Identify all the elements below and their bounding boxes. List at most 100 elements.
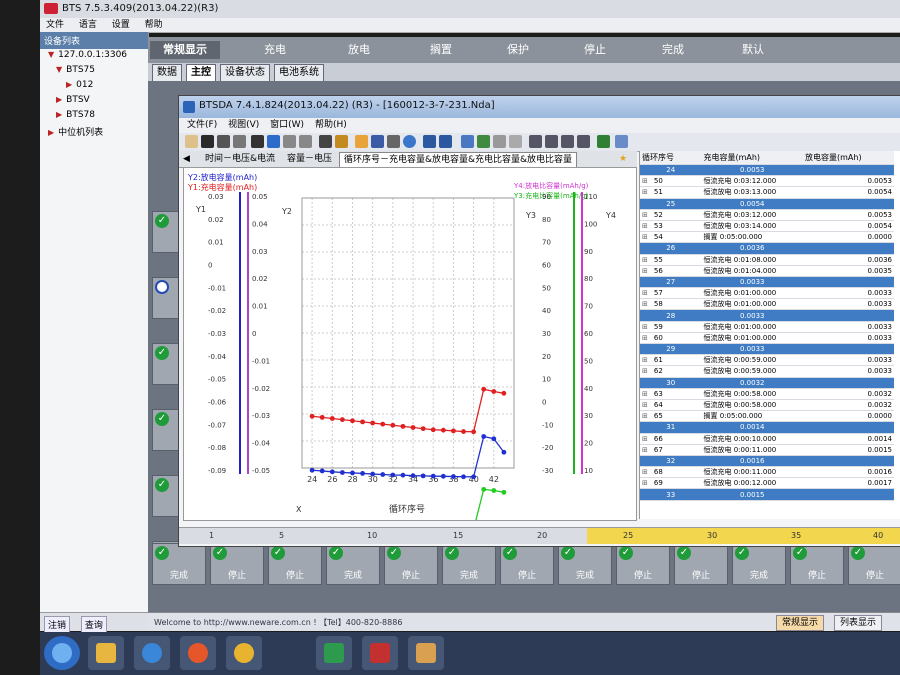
table2-icon[interactable]: [545, 135, 558, 148]
subtab-data[interactable]: 数据: [152, 64, 182, 82]
taskbar-explorer[interactable]: [88, 636, 124, 670]
expand-plus-icon[interactable]: ⊞: [642, 300, 648, 308]
step-row[interactable]: ⊞ 67 恒流放电 0:00:11.000 0.0015: [640, 444, 894, 456]
tab-protect[interactable]: 保护: [483, 41, 553, 59]
header-charge-capacity[interactable]: 充电容量(mAh): [701, 151, 803, 165]
tab-complete[interactable]: 完成: [638, 41, 708, 59]
step-row[interactable]: ⊞ 54 搁置 0:05:00.000 0.0000: [640, 231, 894, 244]
step-row[interactable]: ⊞ 64 恒流放电 0:00:58.000 0.0032: [640, 399, 894, 412]
header-discharge-capacity[interactable]: 放电容量(mAh): [803, 151, 894, 165]
logout-button[interactable]: 注销: [44, 616, 71, 633]
tab-stop[interactable]: 停止: [560, 41, 630, 59]
step-row[interactable]: ⊞ 52 恒流充电 0:03:12.000 0.0053: [640, 209, 894, 221]
tab-default[interactable]: 默认: [718, 41, 788, 59]
normal-display-button[interactable]: 常规显示: [776, 615, 825, 631]
tab-discharge[interactable]: 放电: [324, 41, 394, 59]
step-row[interactable]: ⊞ 65 搁置 0:05:00.000 0.0000: [640, 410, 894, 423]
step-row[interactable]: ⊞ 63 恒流充电 0:00:58.000 0.0032: [640, 388, 894, 400]
cycle-group-row[interactable]: 32 0.0016: [640, 455, 894, 468]
step-row[interactable]: ⊞ 51 恒流放电 0:03:13.000 0.0054: [640, 186, 894, 199]
step-row[interactable]: ⊞ 56 恒流放电 0:01:04.000 0.0035: [640, 265, 894, 277]
channel-cell[interactable]: ✓ 停止: [500, 543, 554, 585]
channel-cell[interactable]: ✓ 停止: [790, 543, 844, 585]
step-row[interactable]: ⊞ 66 恒流充电 0:00:10.000 0.0014: [640, 433, 894, 445]
step-row[interactable]: ⊞ 69 恒流放电 0:00:12.000 0.0017: [640, 477, 894, 490]
line-tool-icon[interactable]: [319, 135, 332, 148]
tab-rest[interactable]: 搁置: [406, 41, 476, 59]
expand-plus-icon[interactable]: ⊞: [642, 401, 648, 409]
table4-icon[interactable]: [577, 135, 590, 148]
channel-cell[interactable]: ✓ 完成: [732, 543, 786, 585]
tree-node-bts75[interactable]: ▼ BTS75: [56, 65, 95, 75]
channel-cell[interactable]: ✓ 停止: [268, 543, 322, 585]
expand-plus-icon[interactable]: ⊞: [642, 435, 648, 443]
cycle-group-row[interactable]: 31 0.0014: [640, 421, 894, 434]
collapse-arrow-icon[interactable]: ▶: [56, 110, 62, 119]
export-icon[interactable]: [461, 135, 474, 148]
expand-arrow-icon[interactable]: ▼: [56, 65, 62, 74]
list-display-button[interactable]: 列表显示: [834, 615, 883, 631]
cycle-group-row[interactable]: 28 0.0033: [640, 309, 894, 322]
cycle-group-row[interactable]: 24 0.0053: [640, 164, 894, 177]
channel-cell[interactable]: ✓ 完成: [326, 543, 380, 585]
channel-cell[interactable]: ✓ 完成: [558, 543, 612, 585]
star-icon[interactable]: ★: [615, 152, 631, 166]
menu-help[interactable]: 帮助: [145, 18, 163, 32]
expand-plus-icon[interactable]: ⊞: [642, 479, 648, 487]
hand-tool-icon[interactable]: [185, 135, 198, 148]
start-button[interactable]: [44, 636, 80, 670]
info-icon[interactable]: [403, 135, 416, 148]
taskbar-btsda[interactable]: [408, 636, 444, 670]
tree-node-btsv[interactable]: ▶ BTSV: [56, 95, 90, 105]
tab-cycle-capacity[interactable]: 循环序号－充电容量&放电容量&充电比容量&放电比容量: [339, 152, 578, 167]
query-button[interactable]: 查询: [80, 616, 107, 633]
menu-view[interactable]: 视图(V): [228, 118, 259, 133]
expand-plus-icon[interactable]: ⊞: [642, 222, 648, 230]
zoom-in-icon[interactable]: [217, 135, 230, 148]
tab-normal-display[interactable]: 常规显示: [150, 41, 220, 59]
taskbar-bts[interactable]: [362, 636, 398, 670]
subtab-device-status[interactable]: 设备状态: [220, 64, 270, 82]
channel-cell[interactable]: ✓ 停止: [674, 543, 728, 585]
step-row[interactable]: ⊞ 61 恒流充电 0:00:59.000 0.0033: [640, 354, 894, 367]
zoom-out-icon[interactable]: [233, 135, 246, 148]
cycle-group-row[interactable]: 29 0.0033: [640, 343, 894, 356]
print-icon[interactable]: [387, 135, 400, 148]
expand-plus-icon[interactable]: ⊞: [642, 267, 648, 275]
table-icon[interactable]: [529, 135, 542, 148]
help-icon[interactable]: [615, 135, 628, 148]
step-row[interactable]: ⊞ 68 恒流充电 0:00:11.000 0.0016: [640, 466, 894, 479]
expand-plus-icon[interactable]: ⊞: [642, 446, 648, 454]
save-icon[interactable]: [371, 135, 384, 148]
collapse-arrow-icon[interactable]: ▶: [48, 128, 54, 137]
taskbar-excel[interactable]: [316, 636, 352, 670]
cycle-group-row[interactable]: 26 0.0036: [640, 242, 894, 255]
tab-charge[interactable]: 充电: [240, 41, 310, 59]
cycle-group-row[interactable]: 25 0.0054: [640, 198, 894, 210]
menu-language[interactable]: 语言: [79, 18, 97, 32]
first-icon[interactable]: [423, 135, 436, 148]
settings-icon[interactable]: [493, 135, 506, 148]
cycle-group-row[interactable]: 27 0.0033: [640, 276, 894, 289]
cycle-group-row[interactable]: 30 0.0032: [640, 377, 894, 389]
collapse-arrow-icon[interactable]: ▶: [56, 95, 62, 104]
taskbar-app-orange[interactable]: [180, 636, 216, 670]
tab-time-voltage[interactable]: 时间－电压&电流: [201, 152, 279, 166]
step-row[interactable]: ⊞ 55 恒流充电 0:01:08.000 0.0036: [640, 254, 894, 266]
expand-plus-icon[interactable]: ⊞: [642, 188, 648, 196]
expand-plus-icon[interactable]: ⊞: [642, 412, 648, 420]
expand-plus-icon[interactable]: ⊞: [642, 468, 648, 476]
menu-help[interactable]: 帮助(H): [315, 118, 347, 133]
expand-plus-icon[interactable]: ⊞: [642, 356, 648, 364]
step-row[interactable]: ⊞ 60 恒流放电 0:01:00.000 0.0033: [640, 332, 894, 345]
step-row[interactable]: ⊞ 58 恒流放电 0:01:00.000 0.0033: [640, 298, 894, 311]
expand-plus-icon[interactable]: ⊞: [642, 289, 648, 297]
collapse-arrow-icon[interactable]: ▶: [66, 80, 72, 89]
expand-plus-icon[interactable]: ⊞: [642, 233, 648, 241]
tree-node-012[interactable]: ▶ 012: [66, 80, 93, 90]
select-icon[interactable]: [267, 135, 280, 148]
channel-cell[interactable]: ✓ 停止: [210, 543, 264, 585]
filter-icon[interactable]: [335, 135, 348, 148]
header-cycle[interactable]: 循环序号: [640, 151, 702, 165]
channel-cell[interactable]: ✓ 停止: [616, 543, 670, 585]
